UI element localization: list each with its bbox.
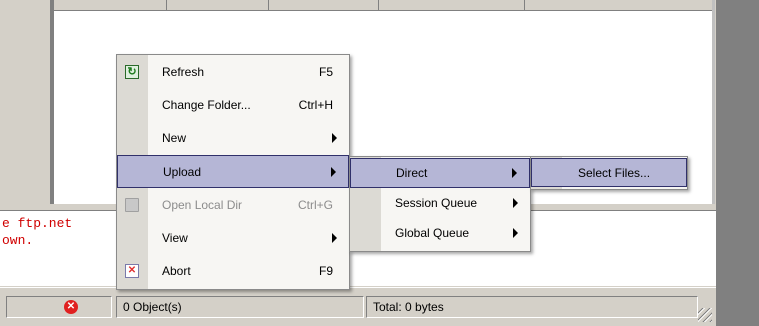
menu-item-label: Change Folder... — [162, 98, 251, 112]
submenu-arrow-icon — [513, 228, 518, 238]
log-line: e ftp.net — [2, 216, 73, 231]
menu-item-session-queue[interactable]: Session Queue — [350, 189, 530, 219]
menu-item-open-local-dir[interactable]: Open Local Dir Ctrl+G — [117, 189, 349, 222]
log-line: own. — [2, 233, 34, 248]
status-bar: ✕ 0 Object(s) Total: 0 bytes — [0, 287, 716, 326]
submenu-arrow-icon — [331, 167, 336, 177]
column-separator[interactable] — [524, 0, 525, 10]
menu-item-shortcut: F5 — [318, 65, 333, 79]
menu-item-label: View — [162, 231, 188, 245]
menu-item-global-queue[interactable]: Global Queue — [350, 219, 530, 249]
menu-item-change-folder[interactable]: Change Folder... Ctrl+H — [117, 89, 349, 122]
menu-item-new[interactable]: New — [117, 122, 349, 155]
menu-item-label: Upload — [163, 165, 202, 179]
submenu-arrow-icon — [513, 198, 518, 208]
direct-submenu: Select Files... — [530, 156, 688, 190]
error-icon: ✕ — [64, 300, 78, 314]
file-list-header — [54, 0, 712, 11]
submenu-arrow-icon — [332, 233, 337, 243]
menu-item-view[interactable]: View — [117, 222, 349, 255]
menu-item-shortcut: Ctrl+G — [297, 198, 333, 212]
menu-item-label: Open Local Dir — [162, 198, 243, 212]
menu-item-label: Direct — [396, 166, 428, 180]
menu-item-label: Session Queue — [395, 196, 478, 210]
menu-item-upload[interactable]: Upload — [117, 155, 349, 188]
column-separator[interactable] — [268, 0, 269, 10]
submenu-arrow-icon — [512, 168, 517, 178]
refresh-icon: ↻ — [125, 65, 139, 79]
menu-item-direct[interactable]: Direct — [350, 158, 530, 188]
status-total: Total: 0 bytes — [366, 296, 698, 318]
status-objects: 0 Object(s) — [116, 296, 364, 318]
menu-item-shortcut: Ctrl+H — [298, 98, 333, 112]
menu-item-label: Select Files... — [578, 166, 651, 180]
column-separator[interactable] — [166, 0, 167, 10]
status-cell-blank — [6, 296, 112, 318]
context-menu: ↻ Refresh F5 Change Folder... Ctrl+H New… — [116, 54, 350, 290]
menu-item-label: Refresh — [162, 65, 205, 79]
menu-item-select-files[interactable]: Select Files... — [531, 158, 687, 187]
menu-item-refresh[interactable]: ↻ Refresh F5 — [117, 56, 349, 89]
resize-grip[interactable] — [698, 308, 712, 322]
menu-item-shortcut: F9 — [318, 264, 333, 278]
left-panel — [0, 0, 50, 206]
abort-icon: ✕ — [125, 264, 139, 278]
menu-item-label: Abort — [162, 264, 191, 278]
column-separator[interactable] — [378, 0, 379, 10]
menu-item-label: New — [162, 131, 187, 145]
folder-icon — [125, 198, 139, 212]
window-frame-right — [716, 0, 759, 326]
menu-item-label: Global Queue — [395, 226, 470, 240]
menu-item-abort[interactable]: ✕ Abort F9 — [117, 255, 349, 288]
submenu-arrow-icon — [332, 133, 337, 143]
upload-submenu: Direct Session Queue Global Queue — [349, 156, 531, 252]
